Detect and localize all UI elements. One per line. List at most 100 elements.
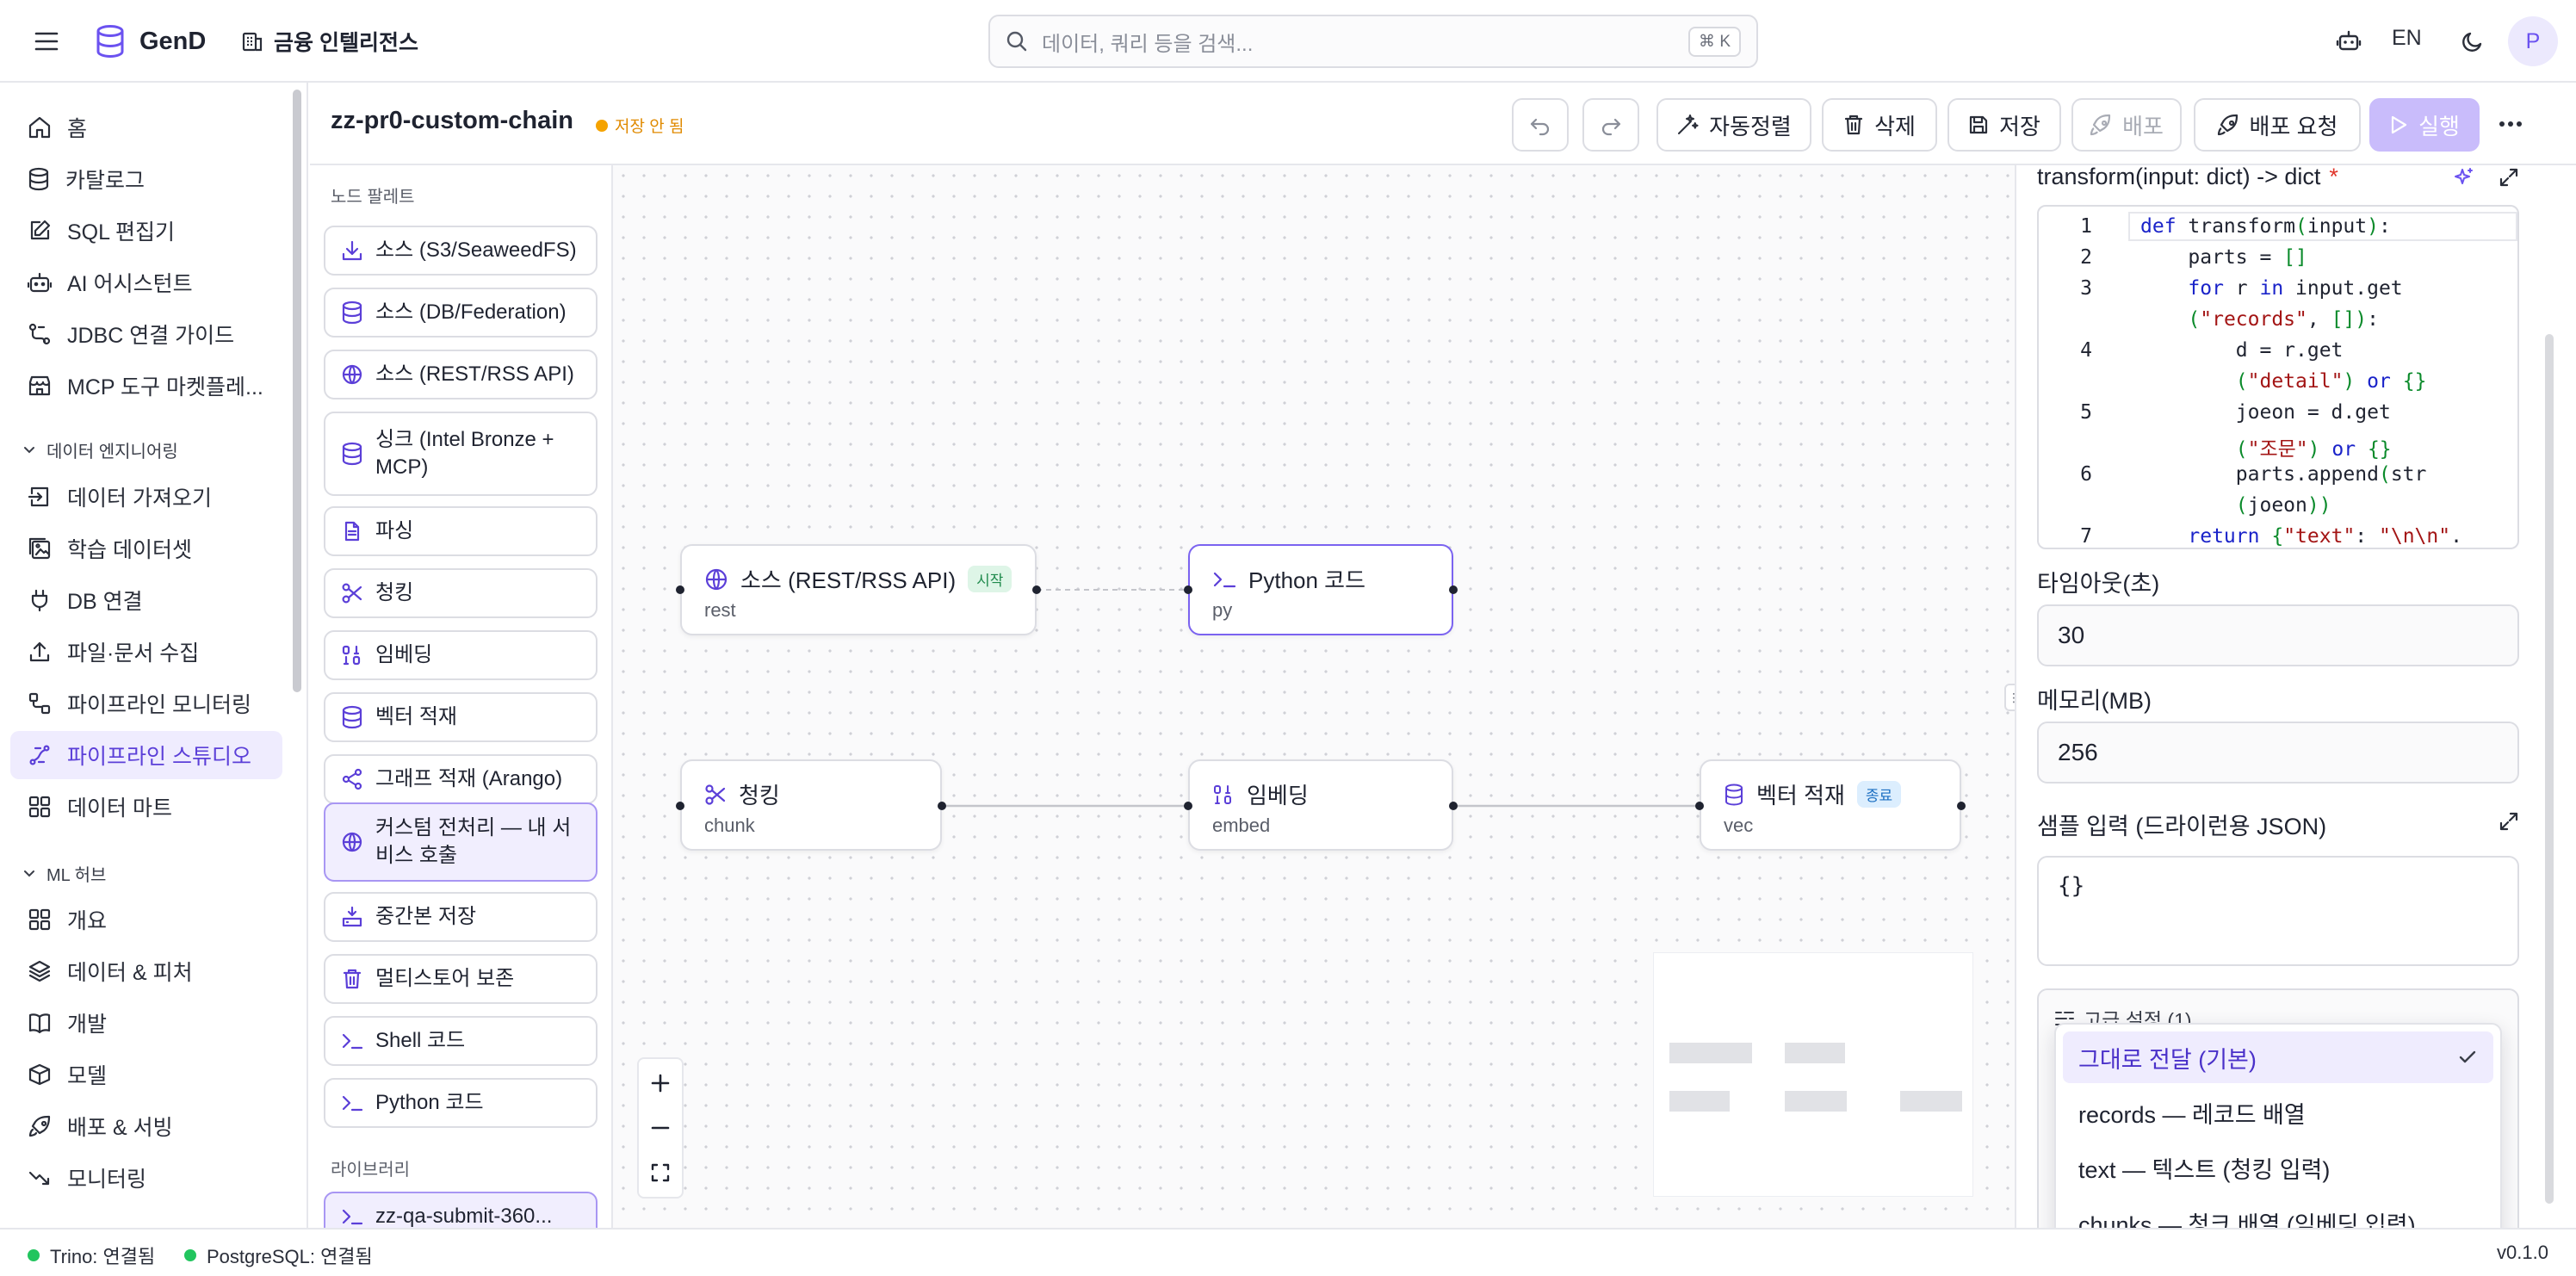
palette-item[interactable]: 멀티스토어 보존 bbox=[324, 954, 598, 1004]
org-name: 금융 인텔리전스 bbox=[274, 31, 418, 55]
palette-item[interactable]: 벡터 적재 bbox=[324, 692, 598, 742]
images-icon bbox=[28, 536, 52, 561]
sidebar-item-label: 홈 bbox=[67, 117, 88, 141]
sidebar-item[interactable]: 파이프라인 모니터링 bbox=[10, 679, 282, 728]
sidebar-item[interactable]: 개발 bbox=[10, 999, 282, 1047]
expand-icon[interactable] bbox=[2495, 808, 2523, 835]
save-button[interactable]: 저장 bbox=[1947, 98, 2061, 152]
memory-field[interactable]: 256 bbox=[2037, 722, 2519, 784]
palette-item[interactable]: 임베딩 bbox=[324, 630, 598, 680]
palette-item[interactable]: 소스 (DB/Federation) bbox=[324, 288, 598, 338]
palette-item[interactable]: 파싱 bbox=[324, 506, 598, 556]
palette-item[interactable]: 청킹 bbox=[324, 568, 598, 618]
menu-icon[interactable] bbox=[31, 26, 62, 57]
sidebar-item[interactable]: 학습 데이터셋 bbox=[10, 524, 282, 573]
more-icon[interactable] bbox=[2493, 108, 2528, 139]
delete-button[interactable]: 삭제 bbox=[1822, 98, 1937, 152]
terminal-icon bbox=[1212, 569, 1236, 590]
sidebar-group-ml[interactable]: ML 허브 bbox=[22, 861, 106, 886]
canvas-node-python[interactable]: Python 코드 py bbox=[1188, 544, 1453, 635]
palette-item[interactable]: Python 코드 bbox=[324, 1078, 598, 1128]
output-port[interactable] bbox=[1032, 585, 1041, 594]
sidebar-scrollbar[interactable] bbox=[293, 90, 301, 692]
bot-icon[interactable] bbox=[2333, 26, 2364, 57]
sidebar-item[interactable]: 데이터 가져오기 bbox=[10, 473, 282, 521]
minimap-node bbox=[1900, 1091, 1962, 1112]
code-editor[interactable]: 1 def transform(input): 2 parts = [] 3 for … bbox=[2037, 205, 2519, 549]
run-button[interactable]: 실행 bbox=[2369, 98, 2480, 152]
canvas-node-rest-source[interactable]: 소스 (REST/RSS API) 시작 rest bbox=[680, 544, 1037, 635]
sidebar-item[interactable]: AI 어시스턴트 bbox=[10, 258, 282, 307]
zoom-in-button[interactable] bbox=[639, 1061, 682, 1106]
building-icon bbox=[241, 30, 263, 53]
canvas-node-embed[interactable]: 임베딩 embed bbox=[1188, 759, 1453, 851]
sidebar-item[interactable]: 개요 bbox=[10, 895, 282, 944]
plus-icon bbox=[650, 1073, 671, 1093]
panel-scrollbar[interactable] bbox=[2545, 334, 2554, 1204]
input-port[interactable] bbox=[1184, 585, 1192, 594]
avatar[interactable]: P bbox=[2508, 16, 2558, 66]
dropdown-option[interactable]: records — 레코드 배열 bbox=[2063, 1087, 2493, 1138]
org-switcher[interactable]: 금융 인텔리전스 bbox=[241, 21, 418, 62]
sidebar-item[interactable]: 파이프라인 스튜디오 bbox=[10, 731, 282, 779]
sidebar-item[interactable]: 데이터 마트 bbox=[10, 783, 282, 831]
auto-arrange-button[interactable]: 자동정렬 bbox=[1656, 98, 1811, 152]
brand[interactable]: GenD bbox=[95, 21, 206, 62]
dropdown-option[interactable]: text — 텍스트 (청킹 입력) bbox=[2063, 1142, 2493, 1193]
sidebar-item[interactable]: MCP 도구 마켓플레... bbox=[10, 362, 282, 410]
canvas-node-vector[interactable]: 벡터 적재 종료 vec bbox=[1700, 759, 1961, 851]
fullscreen-icon bbox=[650, 1162, 671, 1183]
palette-item[interactable]: 커스텀 전처리 — 내 서비스 호출 bbox=[324, 802, 598, 882]
undo-button[interactable] bbox=[1512, 98, 1569, 152]
palette-item[interactable]: 중간본 저장 bbox=[324, 892, 598, 942]
sidebar-item[interactable]: SQL 편집기 bbox=[10, 207, 282, 255]
sidebar-item[interactable]: 카탈로그 bbox=[10, 155, 282, 203]
zoom-out-button[interactable] bbox=[639, 1106, 682, 1150]
palette-item[interactable]: Shell 코드 bbox=[324, 1016, 598, 1066]
dropdown-option[interactable]: 그대로 전달 (기본) bbox=[2063, 1031, 2493, 1083]
input-mode-dropdown: 그대로 전달 (기본) records — 레코드 배열 text — 텍스트 … bbox=[2054, 1023, 2502, 1257]
palette-item-label: Shell 코드 bbox=[375, 1029, 466, 1052]
sidebar-item[interactable]: 홈 bbox=[10, 103, 282, 152]
pipeline-title[interactable]: zz-pr0-custom-chain bbox=[331, 107, 573, 135]
search-input[interactable]: 데이터, 쿼리 등을 검색... ⌘ K bbox=[988, 15, 1758, 68]
input-port[interactable] bbox=[1695, 802, 1704, 810]
sidebar-item[interactable]: DB 연결 bbox=[10, 576, 282, 624]
input-port[interactable] bbox=[1184, 802, 1192, 810]
palette-item[interactable]: 싱크 (Intel Bronze + MCP) bbox=[324, 412, 598, 496]
input-port[interactable] bbox=[676, 802, 684, 810]
sidebar-item[interactable]: 데이터 & 피처 bbox=[10, 947, 282, 995]
palette-item[interactable]: 그래프 적재 (Arango) bbox=[324, 754, 598, 804]
sidebar-item[interactable]: 배포 & 서빙 bbox=[10, 1102, 282, 1150]
sidebar-item-label: 파이프라인 스튜디오 bbox=[67, 745, 251, 769]
sidebar-group-data-eng[interactable]: 데이터 엔지니어링 bbox=[22, 437, 178, 462]
sidebar-item[interactable]: 모니터링 bbox=[10, 1154, 282, 1202]
output-port[interactable] bbox=[1449, 802, 1458, 810]
palette-item[interactable]: 소스 (S3/SeaweedFS) bbox=[324, 226, 598, 276]
input-port[interactable] bbox=[676, 585, 684, 594]
output-port[interactable] bbox=[938, 802, 946, 810]
end-badge: 종료 bbox=[1856, 781, 1902, 808]
sparkles-icon[interactable] bbox=[2450, 165, 2478, 191]
sidebar-item[interactable]: 모델 bbox=[10, 1050, 282, 1099]
palette-item[interactable]: 소스 (REST/RSS API) bbox=[324, 350, 598, 400]
library-item[interactable]: zz-qa-submit-360... bbox=[324, 1192, 598, 1228]
node-title: 임베딩 bbox=[1212, 778, 1309, 810]
moon-icon[interactable] bbox=[2457, 26, 2488, 57]
redo-button[interactable] bbox=[1582, 98, 1639, 152]
language-toggle[interactable]: EN bbox=[2392, 26, 2422, 51]
sidebar-item[interactable]: JDBC 연결 가이드 bbox=[10, 310, 282, 358]
output-port[interactable] bbox=[1449, 585, 1458, 594]
sidebar-item[interactable]: 파일·문서 수집 bbox=[10, 628, 282, 676]
timeout-field[interactable]: 30 bbox=[2037, 604, 2519, 666]
deploy-request-button[interactable]: 배포 요청 bbox=[2194, 98, 2361, 152]
expand-icon[interactable] bbox=[2495, 165, 2523, 191]
fit-view-button[interactable] bbox=[639, 1150, 682, 1195]
minimap[interactable] bbox=[1653, 952, 1973, 1197]
deploy-button[interactable]: 배포 bbox=[2071, 98, 2182, 152]
sample-input-field[interactable]: {} bbox=[2037, 856, 2519, 966]
dropdown-option-label: text — 텍스트 (청킹 입력) bbox=[2078, 1156, 2331, 1183]
output-port[interactable] bbox=[1957, 802, 1966, 810]
pipeline-canvas[interactable]: 소스 (REST/RSS API) 시작 rest Python 코드 py 청… bbox=[613, 165, 2015, 1228]
canvas-node-chunk[interactable]: 청킹 chunk bbox=[680, 759, 942, 851]
